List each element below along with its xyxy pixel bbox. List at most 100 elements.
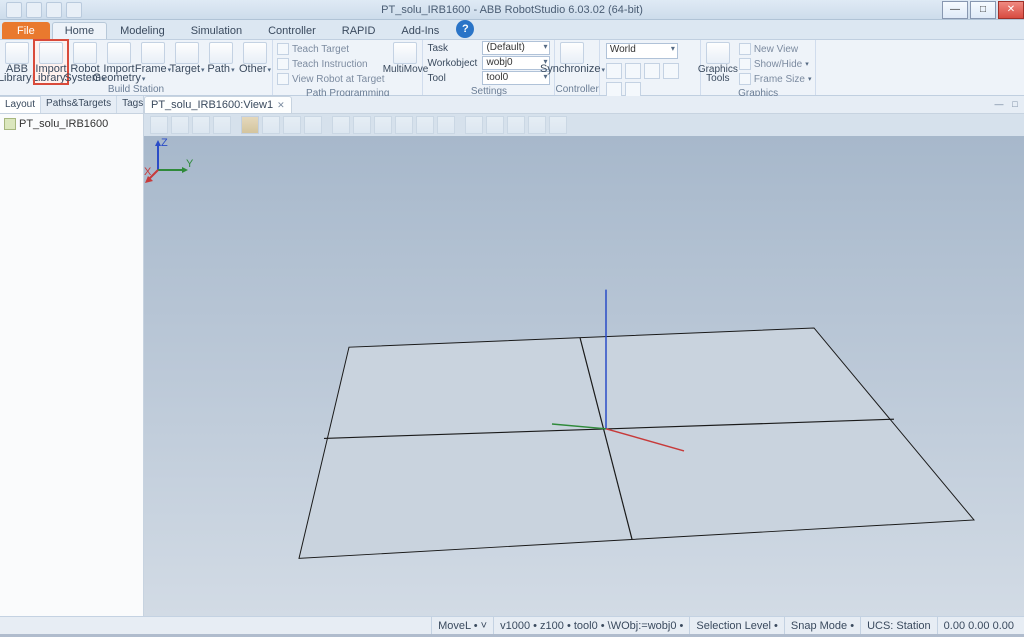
vp-tool-4-icon[interactable] <box>213 116 231 134</box>
tool-label: Tool <box>427 73 479 84</box>
vp-tool-5-icon[interactable] <box>262 116 280 134</box>
vp-tool-17-icon[interactable] <box>528 116 546 134</box>
multimove-icon <box>393 42 417 64</box>
freehand-rotate-icon[interactable] <box>625 63 641 79</box>
vp-tool-1-icon[interactable] <box>150 116 168 134</box>
graphics-tools-button[interactable]: Graphics Tools <box>701 40 735 84</box>
synchronize-button[interactable]: Synchronize <box>555 40 589 84</box>
vp-tool-10-icon[interactable] <box>374 116 392 134</box>
viewer-minimize-icon[interactable]: — <box>992 97 1006 111</box>
vp-tool-11-icon[interactable] <box>395 116 413 134</box>
multimove-button[interactable]: MultiMove <box>388 40 422 84</box>
new-view-label: New View <box>754 44 798 55</box>
qat-save-icon[interactable] <box>6 2 22 18</box>
other-button[interactable]: Other <box>238 40 272 84</box>
vp-tool-12-icon[interactable] <box>416 116 434 134</box>
ribbon-group-build-station: ABB Library Import Library Robot System … <box>0 40 273 95</box>
left-panel-tabs: Layout Paths&Targets Tags ▾ ✕ <box>0 96 143 114</box>
minimize-button[interactable]: — <box>942 1 968 19</box>
show-hide-button[interactable]: Show/Hide▾ <box>739 57 812 71</box>
import-geometry-icon <box>107 42 131 64</box>
tab-simulation[interactable]: Simulation <box>178 22 255 39</box>
frame-size-label: Frame Size <box>754 74 805 85</box>
freehand-jog-reorient-icon[interactable] <box>663 63 679 79</box>
show-hide-label: Show/Hide <box>754 59 802 70</box>
coordinate-system-select[interactable]: World <box>606 43 678 59</box>
view-robot-at-target-label: View Robot at Target <box>292 74 384 85</box>
tab-modeling[interactable]: Modeling <box>107 22 178 39</box>
tree-root-node[interactable]: PT_solu_IRB1600 <box>4 118 139 130</box>
group-label-build-station: Build Station <box>0 84 272 96</box>
vp-tool-7-icon[interactable] <box>304 116 322 134</box>
vp-tool-6-icon[interactable] <box>283 116 301 134</box>
vp-tool-16-icon[interactable] <box>507 116 525 134</box>
viewer-tab-close-icon[interactable]: ✕ <box>277 100 285 111</box>
vp-tool-8-icon[interactable] <box>332 116 350 134</box>
target-button[interactable]: Target <box>170 40 204 84</box>
viewer-maximize-icon[interactable]: □ <box>1008 97 1022 111</box>
viewport-3d[interactable]: Z Y X <box>144 136 1024 616</box>
vp-tool-18-icon[interactable] <box>549 116 567 134</box>
viewer-tab[interactable]: PT_solu_IRB1600:View1 ✕ <box>144 96 292 113</box>
status-bar: MoveL • ˅ v1000 • z100 • tool0 • \WObj:=… <box>0 616 1024 634</box>
target-icon <box>175 42 199 64</box>
help-icon[interactable]: ? <box>456 20 474 38</box>
abb-library-label: ABB Library <box>0 63 32 84</box>
ribbon-group-settings: Task (Default) Workobject wobj0 Tool too… <box>423 40 555 95</box>
vp-tool-14-icon[interactable] <box>465 116 483 134</box>
import-library-icon <box>39 42 63 64</box>
status-ucs[interactable]: UCS: Station <box>860 617 937 634</box>
panel-tab-layout[interactable]: Layout <box>0 96 41 113</box>
teach-target-button[interactable]: Teach Target <box>277 42 384 56</box>
close-button[interactable]: ✕ <box>998 1 1024 19</box>
status-motion-type[interactable]: MoveL • ˅ <box>431 617 493 634</box>
svg-text:X: X <box>144 166 152 178</box>
ribbon-group-graphics: Graphics Tools New View Show/Hide▾ Frame… <box>701 40 817 95</box>
qat-redo-icon[interactable] <box>46 2 62 18</box>
robot-system-icon <box>73 42 97 64</box>
new-view-button[interactable]: New View <box>739 42 812 56</box>
import-geometry-button[interactable]: Import Geometry <box>102 40 136 84</box>
show-hide-icon <box>739 58 751 70</box>
qat-screenshot-icon[interactable] <box>66 2 82 18</box>
vp-tool-3-icon[interactable] <box>192 116 210 134</box>
task-label: Task <box>427 43 479 54</box>
svg-text:Z: Z <box>161 137 168 149</box>
vp-tool-render-icon[interactable] <box>241 116 259 134</box>
status-coordinates: 0.00 0.00 0.00 <box>937 617 1020 634</box>
frame-button[interactable]: Frame <box>136 40 170 84</box>
frame-size-icon <box>739 73 751 85</box>
path-icon <box>209 42 233 64</box>
graphics-tools-label: Graphics Tools <box>698 65 738 83</box>
task-select[interactable]: (Default) <box>482 41 550 55</box>
panel-tab-paths-targets[interactable]: Paths&Targets <box>41 96 117 113</box>
viewport-toolbar <box>144 114 1024 136</box>
viewer-tabs: PT_solu_IRB1600:View1 ✕ — □ <box>144 96 1024 114</box>
tab-home[interactable]: Home <box>52 22 107 39</box>
tab-addins[interactable]: Add-Ins <box>388 22 452 39</box>
synchronize-icon <box>560 42 584 64</box>
teach-instruction-button[interactable]: Teach Instruction <box>277 57 384 71</box>
abb-library-button[interactable]: ABB Library <box>0 40 34 84</box>
vp-tool-2-icon[interactable] <box>171 116 189 134</box>
freehand-move-icon[interactable] <box>606 63 622 79</box>
tab-file[interactable]: File <box>2 22 50 39</box>
qat-undo-icon[interactable] <box>26 2 42 18</box>
tab-rapid[interactable]: RAPID <box>329 22 389 39</box>
path-button[interactable]: Path <box>204 40 238 84</box>
status-selection-level[interactable]: Selection Level • <box>689 617 784 634</box>
view-robot-at-target-button[interactable]: View Robot at Target <box>277 72 384 86</box>
status-motion-params[interactable]: v1000 • z100 • tool0 • \WObj:=wobj0 • <box>493 617 689 634</box>
import-library-button[interactable]: Import Library <box>34 40 68 84</box>
frame-label: Frame <box>135 63 167 75</box>
vp-tool-13-icon[interactable] <box>437 116 455 134</box>
tab-controller[interactable]: Controller <box>255 22 329 39</box>
freehand-jog-linear-icon[interactable] <box>644 63 660 79</box>
orientation-triad-icon: Z Y X <box>144 136 1024 616</box>
ribbon-group-path-programming: Teach Target Teach Instruction View Robo… <box>273 40 423 95</box>
frame-size-button[interactable]: Frame Size▾ <box>739 72 812 86</box>
vp-tool-9-icon[interactable] <box>353 116 371 134</box>
maximize-button[interactable]: □ <box>970 1 996 19</box>
vp-tool-15-icon[interactable] <box>486 116 504 134</box>
status-snap-mode[interactable]: Snap Mode • <box>784 617 860 634</box>
